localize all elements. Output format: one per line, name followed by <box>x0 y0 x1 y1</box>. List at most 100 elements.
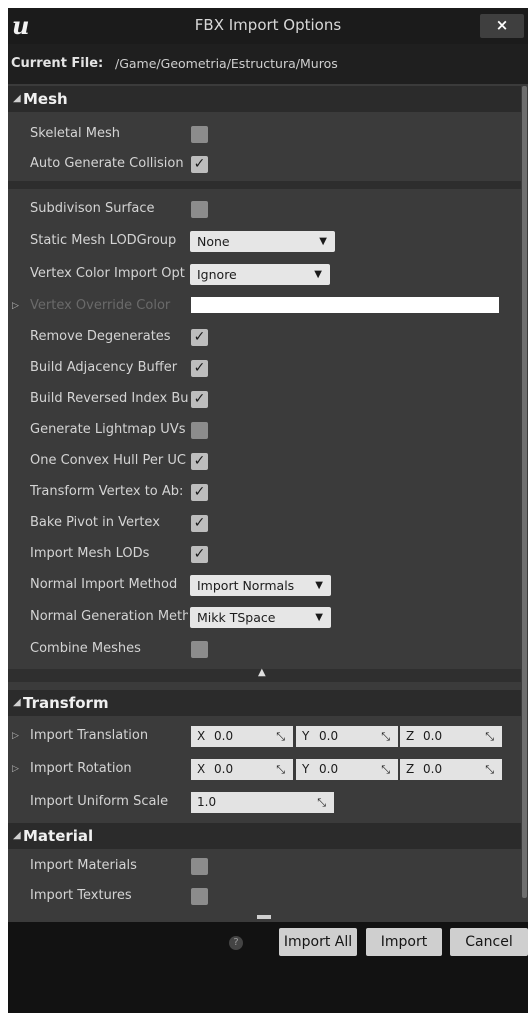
build-reversed-index-checkbox[interactable]: ✓ <box>191 391 208 408</box>
lod-group-row: Static Mesh LODGroup None ▼ <box>8 226 521 256</box>
build-adjacency-row: Build Adjacency Buffer ✓ <box>8 353 521 383</box>
check-icon: ✓ <box>193 329 206 345</box>
drag-handle-icon[interactable]: ⤡ <box>485 726 494 747</box>
expand-arrow-icon[interactable]: ▷ <box>12 291 19 321</box>
translation-y-field[interactable]: Y 0.0 ⤡ <box>296 726 398 747</box>
check-icon: ✓ <box>193 484 206 500</box>
close-button[interactable]: × <box>480 14 524 38</box>
remove-degenerates-checkbox[interactable]: ✓ <box>191 329 208 346</box>
transform-category-header[interactable]: ◢ Transform <box>8 690 521 716</box>
generate-lightmap-uvs-label: Generate Lightmap UVs <box>30 422 186 437</box>
drag-handle-icon[interactable]: ⤡ <box>276 759 285 780</box>
import-mesh-lods-label: Import Mesh LODs <box>30 546 150 561</box>
lod-group-dropdown[interactable]: None ▼ <box>190 231 335 252</box>
auto-generate-collision-checkbox[interactable]: ✓ <box>191 156 208 173</box>
current-file-path: /Game/Geometria/Estructura/Muros <box>115 56 338 71</box>
check-icon: ✓ <box>193 453 206 469</box>
collapse-icon: ◢ <box>13 697 21 708</box>
rotation-z-value: 0.0 <box>423 762 443 776</box>
drag-handle-icon[interactable]: ⤡ <box>381 726 390 747</box>
mesh-category-header[interactable]: ◢ Mesh <box>8 86 521 112</box>
advanced-collapse-bar[interactable]: ▲ <box>8 667 521 682</box>
axis-y-label: Y <box>302 729 310 743</box>
translation-z-value: 0.0 <box>423 729 443 743</box>
expand-arrow-icon[interactable]: ▷ <box>12 721 19 751</box>
one-convex-hull-checkbox[interactable]: ✓ <box>191 453 208 470</box>
import-translation-label: Import Translation <box>30 728 149 743</box>
subdivision-surface-label: Subdivison Surface <box>30 201 155 216</box>
rotation-x-field[interactable]: X 0.0 ⤡ <box>191 759 293 780</box>
check-icon: ✓ <box>193 156 206 172</box>
material-category-label: Material <box>23 827 94 845</box>
mesh-category-label: Mesh <box>23 90 68 108</box>
auto-generate-collision-row: Auto Generate Collision ✓ <box>8 149 521 179</box>
expand-arrow-icon[interactable]: ▷ <box>12 754 19 784</box>
transform-vertex-checkbox[interactable]: ✓ <box>191 484 208 501</box>
drag-handle-icon[interactable]: ⤡ <box>317 792 326 813</box>
chevron-down-icon: ▼ <box>319 236 327 247</box>
rotation-x-value: 0.0 <box>214 762 234 776</box>
combine-meshes-label: Combine Meshes <box>30 641 141 656</box>
build-adjacency-checkbox[interactable]: ✓ <box>191 360 208 377</box>
transform-vertex-label: Transform Vertex to Ab: <box>30 484 184 499</box>
import-mesh-lods-row: Import Mesh LODs ✓ <box>8 539 521 569</box>
axis-z-label: Z <box>406 762 415 776</box>
panel-scrollbar[interactable] <box>522 86 527 898</box>
fbx-import-window: u FBX Import Options × Current File: /Ga… <box>8 8 528 1013</box>
material-category-header[interactable]: ◢ Material <box>8 823 521 849</box>
generate-lightmap-uvs-checkbox[interactable] <box>191 422 208 439</box>
drag-handle-icon[interactable]: ⤡ <box>381 759 390 780</box>
vertex-color-import-dropdown[interactable]: Ignore ▼ <box>190 264 330 285</box>
remove-degenerates-label: Remove Degenerates <box>30 329 171 344</box>
uniform-scale-field[interactable]: 1.0 ⤡ <box>191 792 334 813</box>
chevron-down-icon: ▼ <box>315 612 323 623</box>
bake-pivot-checkbox[interactable]: ✓ <box>191 515 208 532</box>
cancel-button[interactable]: Cancel <box>450 928 528 956</box>
bake-pivot-row: Bake Pivot in Vertex ✓ <box>8 508 521 538</box>
import-button[interactable]: Import <box>366 928 442 956</box>
dialog-footer: ? Import All Import Cancel <box>8 922 528 1013</box>
transform-category-label: Transform <box>23 694 109 712</box>
axis-x-label: X <box>197 762 206 776</box>
drag-handle-icon[interactable]: ⤡ <box>485 759 494 780</box>
import-rotation-label: Import Rotation <box>30 761 132 776</box>
drag-handle-icon[interactable]: ⤡ <box>276 726 285 747</box>
import-materials-checkbox[interactable] <box>191 858 208 875</box>
rotation-y-field[interactable]: Y 0.0 ⤡ <box>296 759 398 780</box>
resize-grip[interactable] <box>257 915 271 919</box>
vertex-override-color-label: Vertex Override Color <box>30 298 171 313</box>
skeletal-mesh-checkbox[interactable] <box>191 126 208 143</box>
import-textures-row: Import Textures <box>8 881 521 911</box>
translation-x-field[interactable]: X 0.0 ⤡ <box>191 726 293 747</box>
lod-group-value: None <box>197 234 230 249</box>
details-panel: ◢ Mesh Skeletal Mesh Auto Generate Colli… <box>8 84 528 922</box>
combine-meshes-checkbox[interactable] <box>191 641 208 658</box>
collapse-icon: ◢ <box>13 830 21 841</box>
vertex-color-import-row: Vertex Color Import Opt Ignore ▼ <box>8 259 521 289</box>
import-textures-checkbox[interactable] <box>191 888 208 905</box>
normal-generation-method-dropdown[interactable]: Mikk TSpace ▼ <box>190 607 331 628</box>
translation-z-field[interactable]: Z 0.0 ⤡ <box>400 726 502 747</box>
chevron-down-icon: ▼ <box>314 269 322 280</box>
import-mesh-lods-checkbox[interactable]: ✓ <box>191 546 208 563</box>
one-convex-hull-row: One Convex Hull Per UC ✓ <box>8 446 521 476</box>
normal-import-method-row: Normal Import Method Import Normals ▼ <box>8 570 521 600</box>
title-bar[interactable]: u FBX Import Options × <box>8 8 528 44</box>
check-icon: ✓ <box>193 360 206 376</box>
subdivision-surface-row: Subdivison Surface <box>8 194 521 224</box>
import-uniform-scale-label: Import Uniform Scale <box>30 794 169 809</box>
window-title: FBX Import Options <box>194 16 342 34</box>
normal-import-method-dropdown[interactable]: Import Normals ▼ <box>190 575 331 596</box>
check-icon: ✓ <box>193 546 206 562</box>
vertex-override-color-swatch[interactable] <box>191 297 499 313</box>
import-rotation-row: ▷ Import Rotation X 0.0 ⤡ Y 0.0 ⤡ Z 0.0 … <box>8 754 521 784</box>
import-all-button[interactable]: Import All <box>279 928 357 956</box>
subdivision-surface-checkbox[interactable] <box>191 201 208 218</box>
one-convex-hull-label: One Convex Hull Per UC <box>30 453 186 468</box>
axis-y-label: Y <box>302 762 310 776</box>
auto-generate-collision-label: Auto Generate Collision <box>30 156 184 171</box>
help-icon[interactable]: ? <box>229 936 243 950</box>
rotation-z-field[interactable]: Z 0.0 ⤡ <box>400 759 502 780</box>
build-reversed-index-label: Build Reversed Index Bu <box>30 391 188 406</box>
import-translation-row: ▷ Import Translation X 0.0 ⤡ Y 0.0 ⤡ Z 0… <box>8 721 521 751</box>
